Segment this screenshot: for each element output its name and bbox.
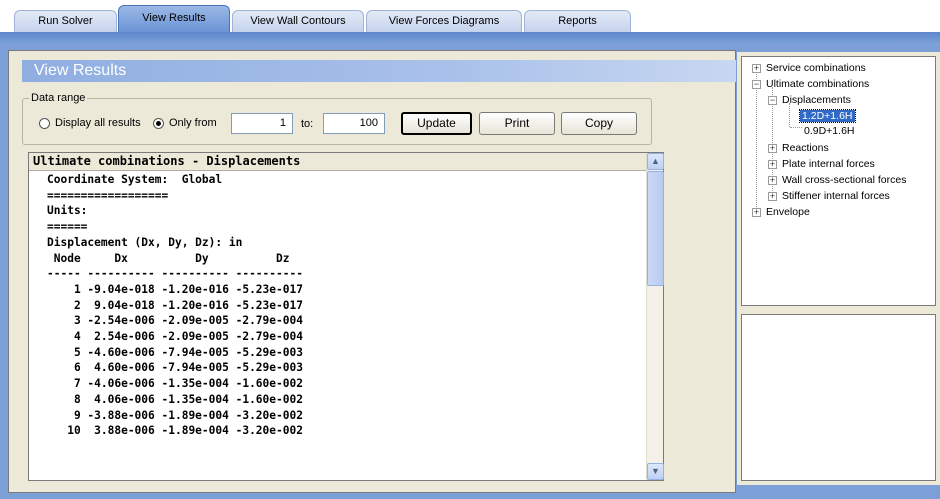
- display-all-radio[interactable]: [39, 118, 50, 129]
- result-line: 4 2.54e-006 -2.09e-005 -2.79e-004: [47, 330, 303, 344]
- result-line: ======: [47, 220, 88, 234]
- results-body: Coordinate System: Global ===============…: [29, 172, 647, 480]
- update-button[interactable]: Update: [401, 112, 472, 135]
- result-line: 8 4.06e-006 -1.35e-004 -1.60e-002: [47, 392, 303, 406]
- tree-item-combo-2[interactable]: 0.9D+1.6H: [804, 124, 855, 138]
- plus-box-icon[interactable]: +: [752, 208, 761, 217]
- result-line: Displacement (Dx, Dy, Dz): in: [47, 235, 243, 249]
- result-line: 3 -2.54e-006 -2.09e-005 -2.79e-004: [47, 314, 303, 328]
- result-line: 2 9.04e-018 -1.20e-016 -5.23e-017: [47, 298, 303, 312]
- result-line: 1 -9.04e-018 -1.20e-016 -5.23e-017: [47, 282, 303, 296]
- display-all-label: Display all results: [55, 117, 141, 129]
- tab-view-forces-diagrams[interactable]: View Forces Diagrams: [366, 10, 522, 32]
- tab-view-wall-contours[interactable]: View Wall Contours: [232, 10, 364, 32]
- results-heading: Ultimate combinations - Displacements: [29, 153, 647, 171]
- result-line: 9 -3.88e-006 -1.89e-004 -3.20e-002: [47, 408, 303, 422]
- result-line: ==================: [47, 188, 169, 202]
- result-line: Units:: [47, 204, 88, 218]
- data-range-group: Data range Display all results Only from…: [22, 92, 652, 145]
- result-line: 7 -4.06e-006 -1.35e-004 -1.60e-002: [47, 377, 303, 391]
- tree-connector: [790, 127, 802, 128]
- tree-item-displacements[interactable]: Displacements: [782, 93, 851, 107]
- tree-item-plate[interactable]: Plate internal forces: [782, 157, 875, 171]
- results-scrollbar[interactable]: ▲ ▼: [646, 153, 664, 480]
- plus-box-icon[interactable]: +: [752, 64, 761, 73]
- minus-box-icon[interactable]: −: [752, 80, 761, 89]
- plus-box-icon[interactable]: +: [768, 160, 777, 169]
- to-input[interactable]: 100: [323, 113, 385, 134]
- result-line: 6 4.60e-006 -7.94e-005 -5.29e-003: [47, 361, 303, 375]
- tree-connector: [756, 71, 757, 211]
- result-line: 5 -4.60e-006 -7.94e-005 -5.29e-003: [47, 345, 303, 359]
- copy-button[interactable]: Copy: [561, 112, 637, 135]
- chevron-down-icon[interactable]: ▼: [647, 463, 664, 480]
- tree-item-stiffener[interactable]: Stiffener internal forces: [782, 189, 890, 203]
- tab-strip: Run Solver View Results View Wall Contou…: [0, 0, 940, 32]
- result-line: Coordinate System: Global: [47, 173, 223, 186]
- only-from-radio[interactable]: [153, 118, 164, 129]
- minus-box-icon[interactable]: −: [768, 96, 777, 105]
- plus-box-icon[interactable]: +: [768, 144, 777, 153]
- tree-item-combo-1[interactable]: 1.2D+1.6H: [799, 109, 856, 123]
- tab-reports[interactable]: Reports: [524, 10, 631, 32]
- data-range-legend: Data range: [29, 92, 88, 104]
- plus-box-icon[interactable]: +: [768, 176, 777, 185]
- print-button[interactable]: Print: [479, 112, 555, 135]
- tree-item-ultimate[interactable]: Ultimate combinations: [766, 77, 869, 91]
- from-input[interactable]: 1: [231, 113, 293, 134]
- tree-item-envelope[interactable]: Envelope: [766, 205, 810, 219]
- top-band: [0, 32, 940, 44]
- only-from-label: Only from: [169, 117, 217, 129]
- results-textbox[interactable]: Ultimate combinations - Displacements Co…: [28, 152, 664, 481]
- tree-item-reactions[interactable]: Reactions: [782, 141, 829, 155]
- panel-title: View Results: [34, 62, 127, 79]
- result-line: ----- ---------- ---------- ----------: [47, 267, 303, 281]
- scrollbar-thumb[interactable]: [647, 171, 664, 286]
- tree-item-service[interactable]: Service combinations: [766, 61, 866, 75]
- plus-box-icon[interactable]: +: [768, 192, 777, 201]
- results-tree: + Service combinations − Ultimate combin…: [737, 52, 940, 310]
- result-line: 10 3.88e-006 -1.89e-004 -3.20e-002: [47, 424, 303, 438]
- info-pane: [737, 310, 940, 485]
- panel-header: View Results: [22, 60, 736, 82]
- tab-view-results[interactable]: View Results: [118, 5, 230, 32]
- chevron-up-icon[interactable]: ▲: [647, 153, 664, 170]
- to-label: to:: [301, 118, 314, 130]
- tree-item-wall[interactable]: Wall cross-sectional forces: [782, 173, 906, 187]
- tab-run-solver[interactable]: Run Solver: [14, 10, 117, 32]
- result-line: Node Dx Dy Dz: [47, 251, 290, 265]
